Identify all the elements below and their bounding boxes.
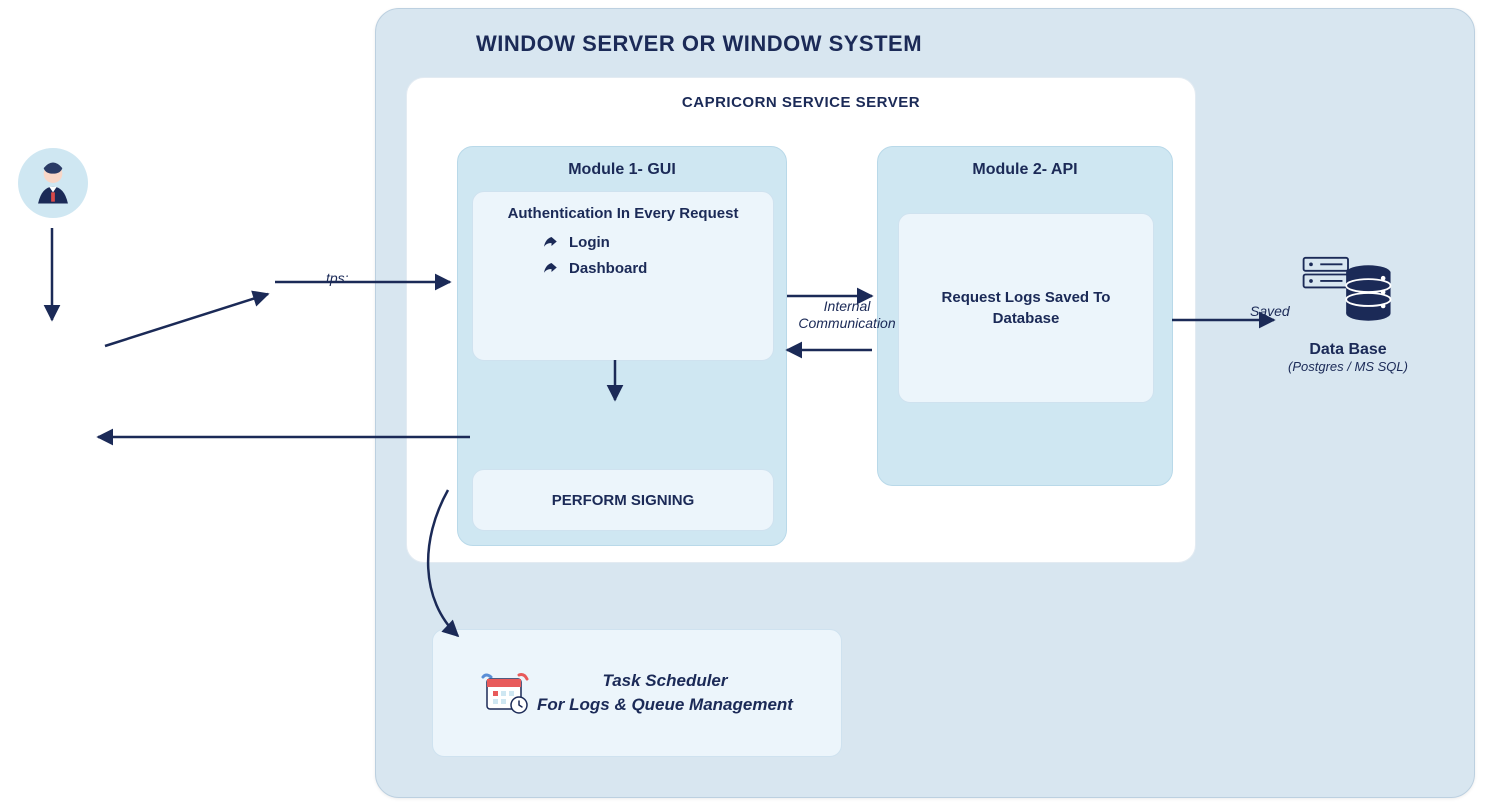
module-1-gui: Module 1- GUI Authentication In Every Re… <box>457 146 787 546</box>
authentication-box: Authentication In Every Request Login Da… <box>472 191 774 361</box>
share-arrow-icon <box>541 260 559 278</box>
database-server-icon <box>1298 256 1398 330</box>
module-2-title: Module 2- API <box>878 147 1172 179</box>
auth-item-label: Dashboard <box>569 260 647 277</box>
task-scheduler-text: Task Scheduler For Logs & Queue Manageme… <box>537 669 793 717</box>
request-logs-box: Request Logs Saved To Database <box>898 213 1154 403</box>
database-subtitle: (Postgres / MS SQL) <box>1278 359 1418 374</box>
request-logs-label: Request Logs Saved To Database <box>919 287 1133 329</box>
window-server-title: WINDOW SERVER OR WINDOW SYSTEM <box>376 9 1474 57</box>
auth-item-login: Login <box>541 234 759 252</box>
perform-signing-label: PERFORM SIGNING <box>552 492 695 509</box>
service-server-title: CAPRICORN SERVICE SERVER <box>407 78 1195 111</box>
module-2-api: Module 2- API Request Logs Saved To Data… <box>877 146 1173 486</box>
share-arrow-icon <box>541 234 559 252</box>
database-title: Data Base <box>1278 341 1418 359</box>
https-label: tps: <box>326 270 349 286</box>
internal-communication-label: Internal Communication <box>792 298 902 332</box>
auth-item-label: Login <box>569 234 610 251</box>
database-group: Data Base (Postgres / MS SQL) <box>1278 256 1418 374</box>
auth-item-dashboard: Dashboard <box>541 260 759 278</box>
module-1-title: Module 1- GUI <box>458 147 786 179</box>
task-scheduler-box: Task Scheduler For Logs & Queue Manageme… <box>432 629 842 757</box>
perform-signing-box: PERFORM SIGNING <box>472 469 774 531</box>
calendar-scheduler-icon <box>481 671 531 715</box>
window-server-container: WINDOW SERVER OR WINDOW SYSTEM CAPRICORN… <box>375 8 1475 798</box>
user-actor-icon <box>18 148 88 218</box>
auth-heading: Authentication In Every Request <box>487 204 759 224</box>
